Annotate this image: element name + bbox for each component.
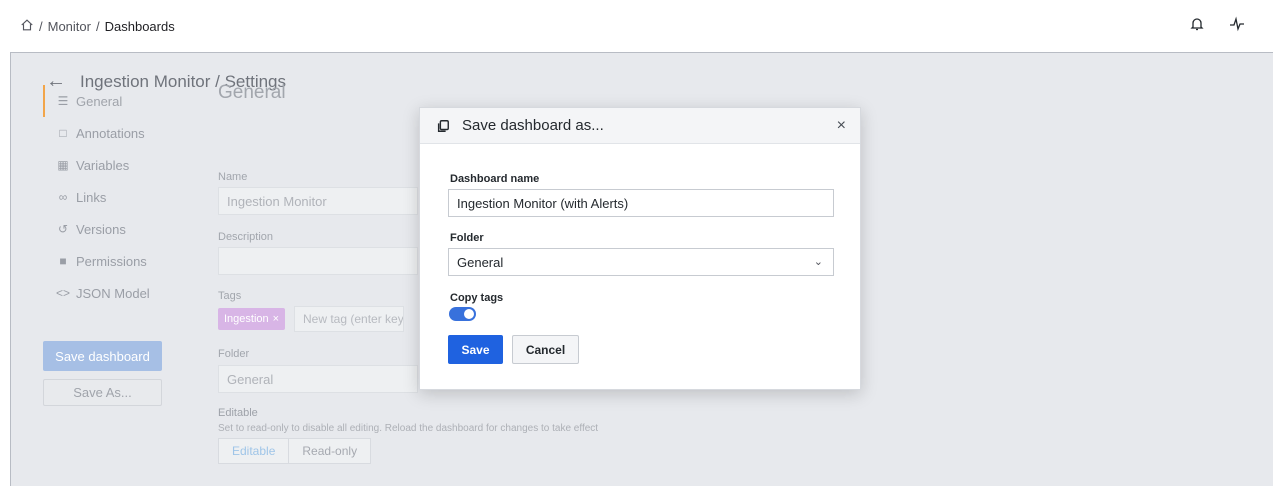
comment-icon: □ <box>59 126 67 140</box>
folder-label: Folder <box>218 348 250 360</box>
sidebar-item-label: Variables <box>76 157 130 173</box>
save-as-button[interactable]: Save As... <box>43 379 162 406</box>
breadcrumb: / Monitor / Dashboards <box>20 18 175 35</box>
folder-select[interactable]: General ⌄ <box>448 248 834 276</box>
variables-icon: ▦ <box>57 158 69 172</box>
sidebar-item-general[interactable]: ☰ General <box>43 85 193 117</box>
close-icon[interactable]: × <box>837 117 846 135</box>
sidebar-item-label: Links <box>76 189 107 205</box>
modal-header: Save dashboard as... × <box>420 108 860 144</box>
breadcrumb-separator: / <box>95 18 100 34</box>
copy-tags-label: Copy tags <box>450 292 504 304</box>
page-header: ← Ingestion Monitor / Settings <box>11 53 1273 110</box>
sidebar-item-label: Permissions <box>76 253 147 269</box>
dashboard-name-label: Dashboard name <box>450 173 540 185</box>
cancel-button[interactable]: Cancel <box>512 335 579 364</box>
tag-input[interactable]: New tag (enter key <box>294 306 404 332</box>
chevron-down-icon: ⌄ <box>813 256 823 268</box>
tag-chip[interactable]: Ingestion × <box>218 308 286 330</box>
editable-label: Editable <box>218 407 258 419</box>
name-label: Name <box>218 171 248 183</box>
description-label: Description <box>218 231 274 243</box>
folder-select-value: General <box>457 254 504 270</box>
sidebar-item-variables[interactable]: ▦ Variables <box>43 149 193 181</box>
settings-sidebar: ☰ General □ Annotations ▦ Variables ∞ Li… <box>43 85 193 309</box>
breadcrumb-monitor[interactable]: Monitor <box>48 19 91 34</box>
sidebar-item-json-model[interactable]: <> JSON Model <box>43 277 193 309</box>
copy-tags-toggle[interactable] <box>449 307 476 321</box>
sidebar-item-label: JSON Model <box>76 285 150 301</box>
tag-label: Ingestion <box>224 313 269 325</box>
modal-title: Save dashboard as... <box>462 117 604 134</box>
tags-label: Tags <box>218 290 242 302</box>
dashboard-name-input[interactable]: Ingestion Monitor (with Alerts) <box>448 189 834 217</box>
copy-icon <box>436 119 450 133</box>
save-button[interactable]: Save <box>448 335 503 364</box>
read-only-option[interactable]: Read-only <box>289 439 370 463</box>
sidebar-item-label: General <box>76 93 123 109</box>
sidebar-item-versions[interactable]: ↺ Versions <box>43 213 193 245</box>
sidebar-item-label: Annotations <box>76 125 145 141</box>
save-dashboard-button[interactable]: Save dashboard <box>43 341 162 371</box>
editable-description: Set to read-only to disable all editing.… <box>218 423 599 434</box>
home-icon[interactable] <box>20 18 34 35</box>
breadcrumb-dashboards[interactable]: Dashboards <box>105 19 175 34</box>
lock-icon: ■ <box>59 254 67 268</box>
save-as-modal: Save dashboard as... × Dashboard name In… <box>419 107 861 390</box>
code-icon: <> <box>55 286 70 300</box>
link-icon: ∞ <box>58 190 68 204</box>
name-field[interactable]: Ingestion Monitor <box>218 187 418 215</box>
section-title: General <box>218 82 286 103</box>
top-bar: / Monitor / Dashboards <box>0 0 1273 52</box>
sidebar-item-annotations[interactable]: □ Annotations <box>43 117 193 149</box>
history-icon: ↺ <box>57 222 69 236</box>
toggle-knob <box>464 309 474 319</box>
editable-option[interactable]: Editable <box>219 439 290 463</box>
folder-label: Folder <box>450 232 484 244</box>
activity-icon[interactable] <box>1229 16 1245 35</box>
folder-field[interactable]: General <box>218 365 418 393</box>
breadcrumb-separator: / <box>39 18 43 34</box>
description-field[interactable] <box>218 247 418 275</box>
sidebar-item-permissions[interactable]: ■ Permissions <box>43 245 193 277</box>
sidebar-item-label: Versions <box>76 221 126 237</box>
editable-toggle-group: Editable Read-only <box>218 438 372 464</box>
tag-remove-icon[interactable]: × <box>273 313 279 325</box>
sliders-icon: ☰ <box>57 94 69 108</box>
bell-icon[interactable] <box>1189 16 1205 35</box>
sidebar-item-links[interactable]: ∞ Links <box>43 181 193 213</box>
